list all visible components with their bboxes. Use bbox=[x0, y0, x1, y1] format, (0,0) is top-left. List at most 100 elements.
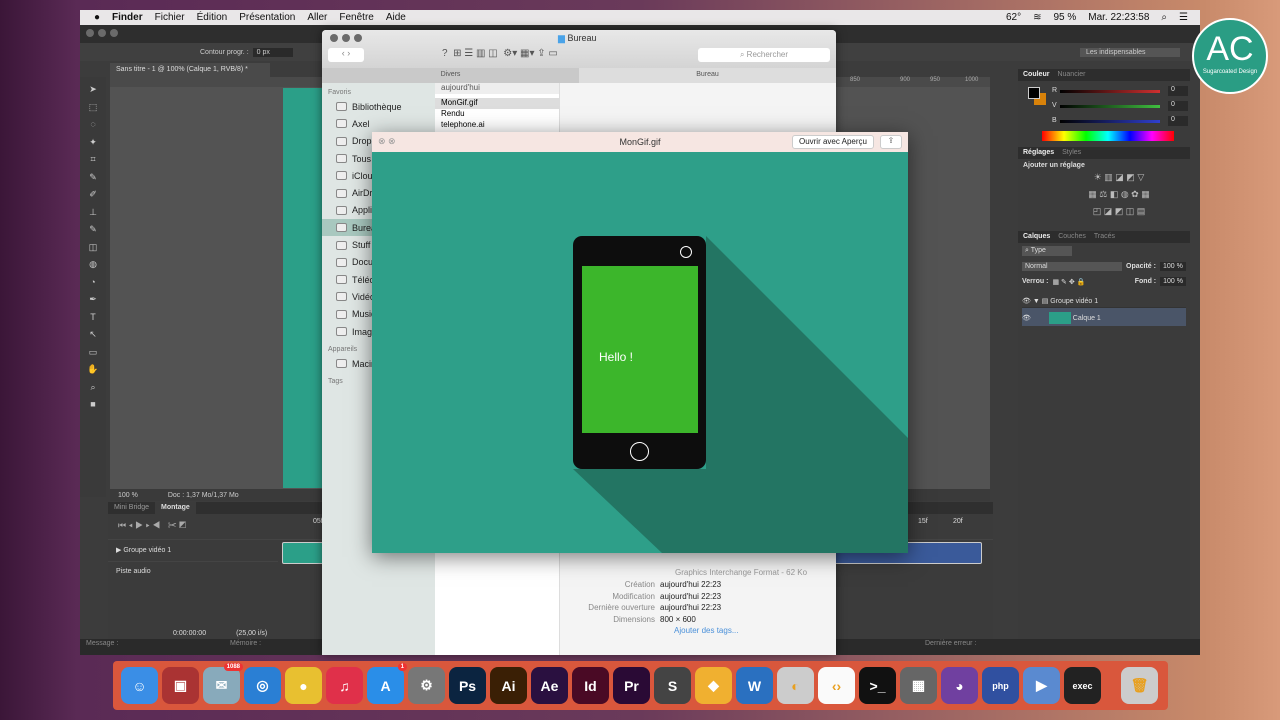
share-icon[interactable]: ⇪ bbox=[880, 135, 902, 149]
dock-photoshop-icon[interactable]: Ps bbox=[449, 667, 486, 704]
dock-coda-icon[interactable]: ‹› bbox=[818, 667, 855, 704]
wifi-icon[interactable]: ≋ bbox=[1033, 12, 1041, 23]
temperature[interactable]: 62° bbox=[1006, 12, 1021, 23]
slider-b[interactable] bbox=[1060, 120, 1160, 123]
menu-edition[interactable]: Édition bbox=[197, 12, 228, 23]
dock-sketch-icon[interactable]: ◆ bbox=[695, 667, 732, 704]
contour-input[interactable]: 0 px bbox=[252, 47, 293, 57]
dock-safari-icon[interactable]: ◎ bbox=[244, 667, 281, 704]
battery-status[interactable]: 95 % bbox=[1053, 12, 1076, 23]
menu-aller[interactable]: Aller bbox=[307, 12, 327, 23]
clock[interactable]: Mar. 22:23:58 bbox=[1088, 12, 1149, 23]
minimize-button[interactable] bbox=[342, 34, 350, 42]
tab-traces[interactable]: Tracés bbox=[1094, 233, 1115, 241]
slider-v[interactable] bbox=[1060, 105, 1160, 108]
lock-icons[interactable]: ▦ ✎ ✥ 🔒 bbox=[1052, 278, 1085, 286]
layer-row-calque[interactable]: 👁 Calque 1 bbox=[1022, 308, 1186, 326]
close-icon[interactable]: ⊗ ⊗ bbox=[378, 136, 396, 147]
tab-couleur[interactable]: Couleur bbox=[1023, 71, 1049, 79]
dock-github-icon[interactable]: ◕ bbox=[941, 667, 978, 704]
sidebar-item-axel[interactable]: Axel bbox=[322, 115, 435, 132]
dock-php-icon[interactable]: php bbox=[982, 667, 1019, 704]
dock-word-icon[interactable]: W bbox=[736, 667, 773, 704]
blend-mode-select[interactable]: Normal bbox=[1022, 262, 1122, 271]
tab-calques[interactable]: Calques bbox=[1023, 233, 1050, 241]
dock-illustrator-icon[interactable]: Ai bbox=[490, 667, 527, 704]
opacity-input[interactable]: 100 % bbox=[1159, 262, 1186, 271]
notification-icon[interactable]: ☰ bbox=[1179, 12, 1188, 23]
tab-divers[interactable]: Divers bbox=[322, 68, 579, 83]
adjustment-icons[interactable]: ☀ ▥ ◪ ◩ ▽ ▦ ⚖ ◧ ◍ ✿ ▦ ◰ ◪ ◩ ◫ ▤ bbox=[1023, 169, 1185, 220]
menu-fenetre[interactable]: Fenêtre bbox=[339, 12, 373, 23]
dock-after-effects-icon[interactable]: Ae bbox=[531, 667, 568, 704]
lock-label: Verrou : bbox=[1022, 278, 1049, 285]
close-button[interactable] bbox=[330, 34, 338, 42]
workspace-select[interactable]: Les indispensables bbox=[1080, 47, 1180, 57]
layer-row-group[interactable]: 👁 ▼ ▤ Groupe vidéo 1 bbox=[1022, 294, 1186, 308]
eye-icon[interactable]: 👁 bbox=[1022, 298, 1031, 305]
foreground-color[interactable] bbox=[1028, 87, 1040, 99]
dock-itunes-icon[interactable]: ♫ bbox=[326, 667, 363, 704]
dock-sequel-icon[interactable]: ◐ bbox=[777, 667, 814, 704]
dock-chrome-icon[interactable]: ● bbox=[285, 667, 322, 704]
dock-sublime-icon[interactable]: S bbox=[654, 667, 691, 704]
phone-screen: Hello ! bbox=[582, 266, 698, 433]
spotlight-icon[interactable]: ⌕ bbox=[1161, 12, 1167, 23]
zoom-button[interactable] bbox=[110, 29, 118, 37]
menu-presentation[interactable]: Présentation bbox=[239, 12, 295, 23]
value-v[interactable]: 0 bbox=[1168, 101, 1188, 111]
layer-filter[interactable]: ⌕ Type bbox=[1022, 246, 1072, 256]
app-glyph: ◆ bbox=[708, 677, 719, 693]
menu-aide[interactable]: Aide bbox=[386, 12, 406, 23]
tab-bureau[interactable]: Bureau bbox=[579, 68, 836, 83]
search-input[interactable]: ⌕ Rechercher bbox=[698, 48, 830, 62]
dock-photo-booth-icon[interactable]: ▣ bbox=[162, 667, 199, 704]
fill-input[interactable]: 100 % bbox=[1160, 277, 1186, 286]
dock-imovie-icon[interactable]: ▶ bbox=[1023, 667, 1060, 704]
opacity-label: Opacité : bbox=[1126, 263, 1156, 270]
dock-finder-icon[interactable]: ☺ bbox=[121, 667, 158, 704]
sidebar-item-bibliotheque[interactable]: Bibliothèque bbox=[322, 98, 435, 115]
track-audio[interactable]: Piste audio bbox=[108, 561, 278, 583]
menu-fichier[interactable]: Fichier bbox=[155, 12, 185, 23]
eye-icon[interactable]: 👁 bbox=[1022, 315, 1031, 322]
file-telephone[interactable]: telephone.ai bbox=[435, 120, 559, 131]
dock-system-prefs-icon[interactable]: ⚙ bbox=[408, 667, 445, 704]
dock-app-store-icon[interactable]: A1 bbox=[367, 663, 407, 704]
tab-mini-bridge[interactable]: Mini Bridge bbox=[108, 502, 155, 514]
dock-trash-icon[interactable]: 🗑 bbox=[1121, 667, 1158, 704]
tab-couches[interactable]: Couches bbox=[1058, 233, 1086, 241]
tab-montage[interactable]: Montage bbox=[155, 502, 196, 514]
folder-icon bbox=[336, 171, 347, 181]
dock-terminal-icon[interactable]: >_ bbox=[859, 667, 896, 704]
file-mongif[interactable]: MonGif.gif bbox=[435, 98, 559, 109]
value-b[interactable]: 0 bbox=[1168, 116, 1188, 126]
tab-reglages[interactable]: Réglages bbox=[1023, 149, 1054, 157]
dock-premiere-icon[interactable]: Pr bbox=[613, 667, 650, 704]
back-forward[interactable]: ‹ › bbox=[328, 48, 364, 62]
dock-xampp-icon[interactable]: ▦ bbox=[900, 667, 937, 704]
folder-rendu[interactable]: Rendu bbox=[435, 109, 559, 120]
open-with-preview-button[interactable]: Ouvrir avec Aperçu bbox=[791, 135, 874, 149]
phone-illustration: Hello ! bbox=[573, 236, 706, 469]
close-button[interactable] bbox=[86, 29, 94, 37]
view-buttons[interactable]: ? ⊞ ☰ ▥ ◫ ⚙▾ ▦▾ ⇪ ▭ bbox=[442, 48, 558, 59]
dock-console-icon[interactable]: exec bbox=[1064, 667, 1101, 704]
app-glyph: S bbox=[667, 677, 678, 694]
zoom-button[interactable] bbox=[354, 34, 362, 42]
title-text: Bureau bbox=[567, 33, 597, 43]
menu-finder[interactable]: Finder bbox=[112, 12, 143, 23]
tool-icons[interactable]: ➤ ⬚ ◌ ✦ ⌗ ✎ ✐ ⊥ ✎ ◫ ◍ ◔ ✒ T ↖ ▭ ✋ ⌕ ■ bbox=[80, 77, 106, 414]
add-tags-link[interactable]: Ajouter des tags... bbox=[560, 626, 836, 635]
tab-styles[interactable]: Styles bbox=[1062, 149, 1081, 157]
minimize-button[interactable] bbox=[98, 29, 106, 37]
tab-nuancier[interactable]: Nuancier bbox=[1057, 71, 1085, 79]
slider-r[interactable] bbox=[1060, 90, 1160, 93]
zoom-level[interactable]: 100 % bbox=[118, 492, 138, 499]
color-spectrum[interactable] bbox=[1042, 131, 1174, 141]
dock-mail-icon[interactable]: ✉ 1088 bbox=[203, 663, 243, 704]
dock-indesign-icon[interactable]: Id bbox=[572, 667, 609, 704]
apple-menu[interactable]: ● bbox=[94, 12, 100, 23]
document-tab[interactable]: Sans titre - 1 @ 100% (Calque 1, RVB/8) … bbox=[110, 63, 270, 77]
value-r[interactable]: 0 bbox=[1168, 86, 1188, 96]
